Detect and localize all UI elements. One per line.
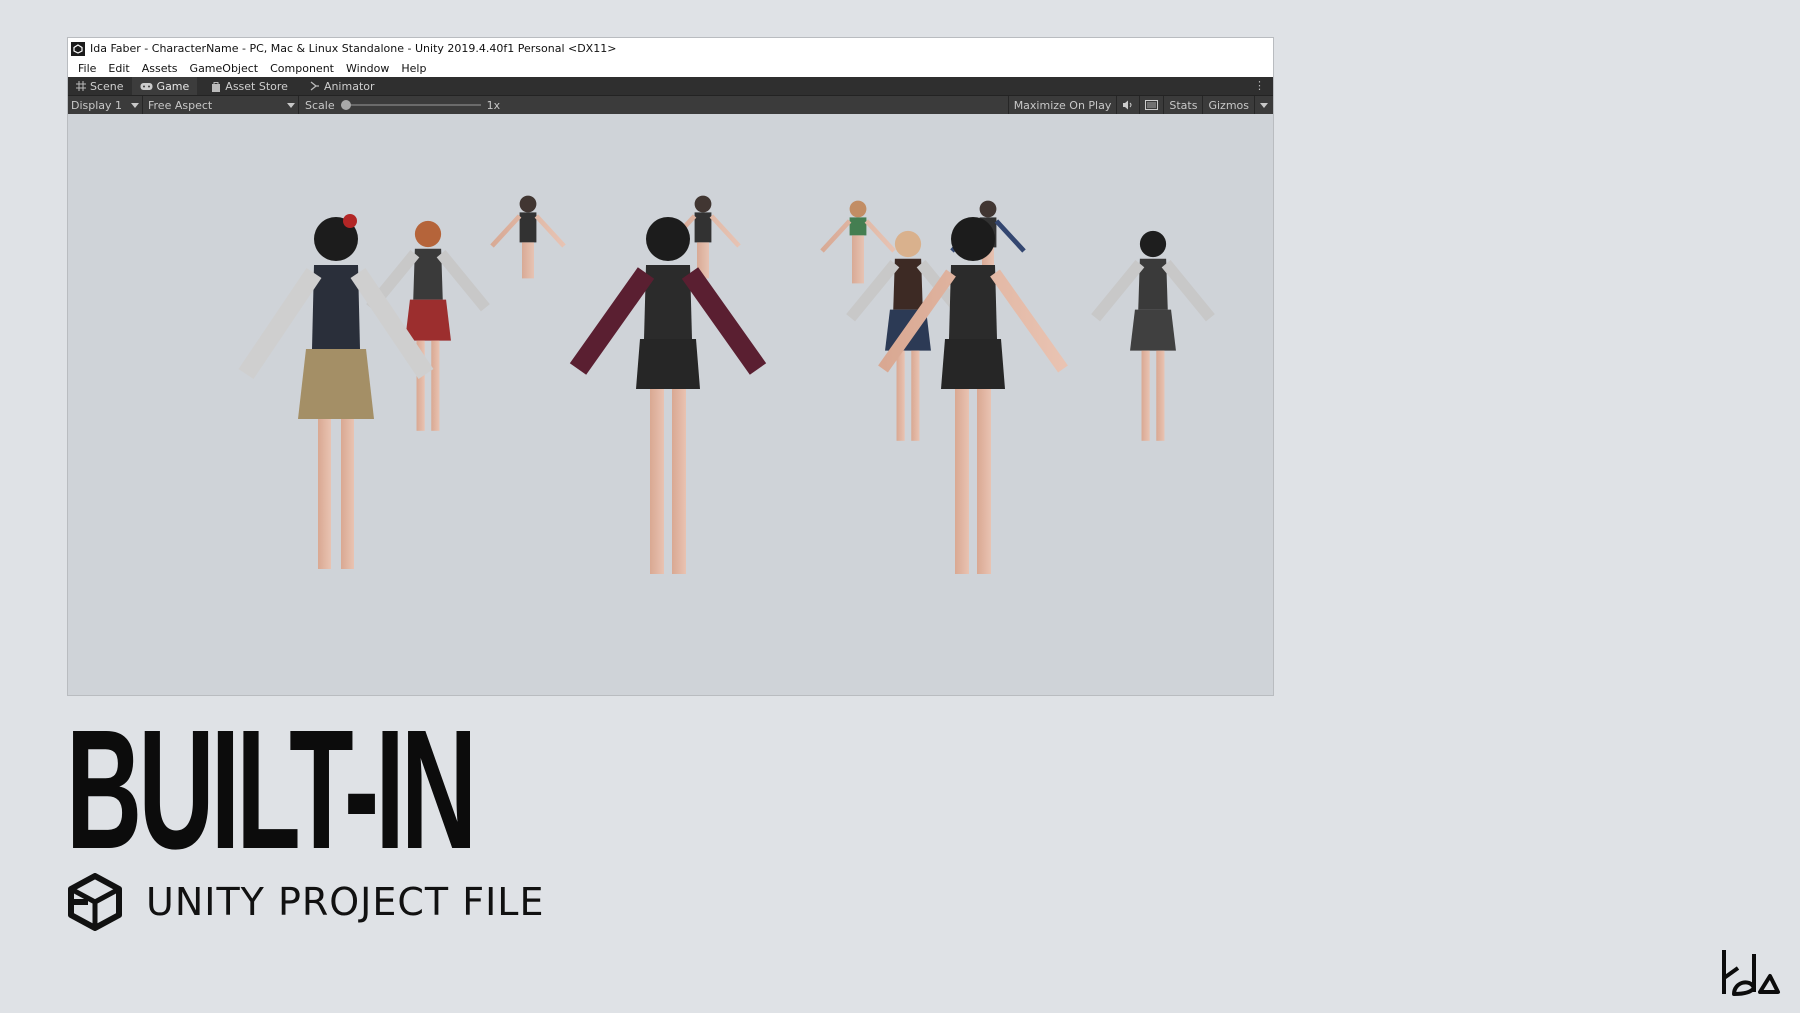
menu-help[interactable]: Help: [401, 62, 426, 75]
stats-label: Stats: [1169, 98, 1198, 112]
stats-layout-toggle[interactable]: [1139, 96, 1163, 114]
menu-bar: File Edit Assets GameObject Component Wi…: [68, 59, 1273, 77]
gizmos-toggle[interactable]: Gizmos: [1202, 96, 1254, 114]
maximize-on-play-toggle[interactable]: Maximize On Play: [1007, 96, 1117, 114]
tab-scene[interactable]: Scene: [68, 77, 132, 95]
speaker-icon: [1123, 100, 1132, 110]
headline: BUILT-IN: [66, 695, 477, 885]
tab-game[interactable]: Game: [131, 77, 198, 95]
unity-app-icon: [71, 41, 85, 56]
game-viewport[interactable]: [68, 114, 1273, 695]
tab-asset-store[interactable]: Asset Store: [203, 77, 296, 95]
tab-animator-label: Animator: [323, 79, 375, 93]
aspect-value: Free Aspect: [148, 98, 213, 112]
window-title: Ida Faber - CharacterName - PC, Mac & Li…: [90, 42, 617, 55]
unity-editor-window: Ida Faber - CharacterName - PC, Mac & Li…: [67, 37, 1274, 696]
maximize-label: Maximize On Play: [1013, 98, 1112, 112]
menu-gameobject[interactable]: GameObject: [190, 62, 259, 75]
toolbar-right-group: Maximize On Play Stats Gizmos: [1007, 96, 1273, 114]
background-characters: [490, 195, 1026, 284]
editor-tab-bar: Scene Game Asset Store Animator ⋮: [68, 77, 1273, 95]
tab-asset-store-label: Asset Store: [225, 79, 288, 93]
chevron-down-icon: [131, 102, 139, 108]
subtitle-row: UNITY PROJECT FILE: [66, 873, 544, 931]
menu-file[interactable]: File: [78, 62, 96, 75]
tab-game-label: Game: [156, 79, 190, 93]
aspect-dropdown[interactable]: Free Aspect: [145, 96, 299, 114]
menu-assets[interactable]: Assets: [142, 62, 178, 75]
display-dropdown[interactable]: Display 1: [68, 96, 143, 114]
mute-audio-toggle[interactable]: [1116, 96, 1139, 114]
gamepad-icon: [140, 82, 153, 90]
scale-label: Scale: [305, 98, 335, 112]
game-view-toolbar: Display 1 Free Aspect Scale 1x Maximize …: [68, 95, 1273, 114]
tab-animator[interactable]: Animator: [302, 77, 383, 95]
chevron-down-icon: [1260, 102, 1268, 108]
chevron-down-icon: [287, 102, 295, 108]
stats-toggle[interactable]: Stats: [1163, 96, 1202, 114]
slider-thumb[interactable]: [340, 100, 351, 110]
gizmos-label: Gizmos: [1208, 98, 1249, 112]
kebab-menu-icon[interactable]: ⋮: [1254, 79, 1265, 92]
menu-edit[interactable]: Edit: [108, 62, 129, 75]
character-lineup-render: [238, 195, 1215, 574]
mid-row-characters: [366, 220, 1215, 441]
menu-window[interactable]: Window: [346, 62, 389, 75]
tab-scene-label: Scene: [90, 79, 124, 93]
subtitle: UNITY PROJECT FILE: [146, 880, 545, 924]
display-value: Display 1: [71, 98, 123, 112]
brand-logo: [1722, 950, 1780, 996]
front-row-characters: [238, 214, 1068, 574]
scale-slider[interactable]: [340, 96, 481, 114]
keyboard-icon: [1145, 100, 1159, 110]
slider-track: [340, 104, 481, 106]
unity-logo-icon: [68, 873, 122, 931]
bag-icon: [212, 81, 221, 92]
gizmos-dropdown[interactable]: [1254, 96, 1273, 114]
menu-component[interactable]: Component: [270, 62, 334, 75]
title-bar: Ida Faber - CharacterName - PC, Mac & Li…: [68, 38, 1273, 59]
animator-icon: [310, 81, 319, 91]
scale-value: 1x: [486, 98, 501, 112]
grid-icon: [76, 81, 86, 91]
